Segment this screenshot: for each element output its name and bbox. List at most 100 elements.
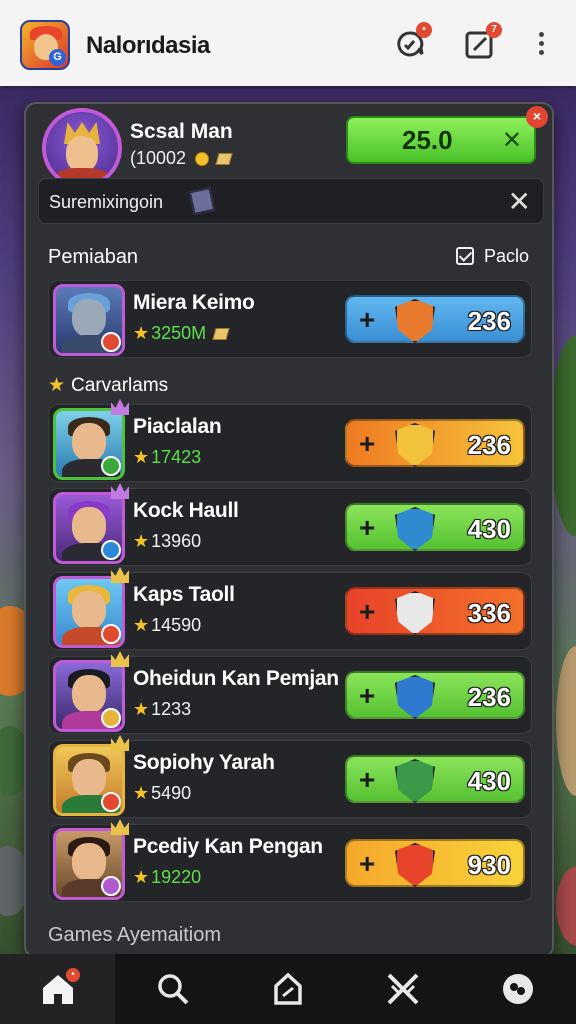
- profile-avatar[interactable]: [42, 108, 122, 188]
- reward-pill[interactable]: + 236: [345, 671, 525, 719]
- featured-row[interactable]: Miera Keimo ★ 3250M + 236: [48, 280, 532, 358]
- reward-pill[interactable]: + 336: [345, 587, 525, 635]
- profile-coins-value: (10002: [130, 148, 187, 168]
- player-avatar: [53, 576, 125, 648]
- crown-icon: [111, 567, 129, 583]
- plus-icon: +: [359, 680, 376, 711]
- bottom-nav: •: [0, 954, 576, 1024]
- player-name: Pcediy Kan Pengan: [133, 835, 323, 858]
- notice-bar: Suremixingoin ✕: [38, 178, 544, 224]
- subsection-title: ★ Carvarlams: [48, 374, 168, 397]
- footer-text: Games Ayemaitiom: [48, 924, 222, 946]
- tab-search[interactable]: [115, 954, 230, 1024]
- tab-battle[interactable]: [346, 954, 461, 1024]
- shop-icon: [274, 972, 302, 1005]
- player-row[interactable]: Kock Haull ★ 13960 + 430: [48, 483, 532, 566]
- player-score-value: 5490: [151, 783, 192, 803]
- player-avatar: [53, 660, 125, 732]
- shield-icon: [395, 759, 435, 803]
- star-icon: ★: [133, 531, 150, 551]
- edit-badge: 7: [486, 22, 502, 38]
- close-badge[interactable]: ×: [526, 106, 548, 128]
- star-icon: ★: [133, 447, 150, 467]
- gem-icon: [215, 153, 233, 166]
- plus-icon: +: [359, 848, 376, 879]
- section-link-label: Paclo: [484, 246, 530, 266]
- home-badge: •: [66, 968, 80, 982]
- reward-value: 930: [467, 850, 511, 880]
- reward-value: 430: [467, 766, 511, 796]
- more-menu-icon[interactable]: [534, 32, 548, 60]
- player-score: ★ 1233: [133, 699, 191, 720]
- balance-close-icon[interactable]: ✕: [502, 126, 522, 155]
- app-logo-icon[interactable]: G: [20, 20, 70, 70]
- star-icon: ★: [133, 615, 150, 635]
- section-link[interactable]: Paclo: [456, 246, 529, 267]
- player-avatar: [53, 408, 125, 480]
- shield-icon: [395, 507, 435, 551]
- balance-button[interactable]: 25.0 ✕ ×: [346, 106, 548, 164]
- reward-pill[interactable]: + 430: [345, 503, 525, 551]
- player-score: ★ 13960: [133, 531, 201, 552]
- player-row[interactable]: Kaps Taoll ★ 14590 + 336: [48, 567, 532, 650]
- player-score: ★ 3250M: [133, 323, 230, 344]
- reward-pill[interactable]: + 236: [345, 419, 525, 467]
- crown-icon: [111, 819, 129, 835]
- goat-icon: [395, 591, 435, 635]
- notice-text: Suremixingoin: [49, 192, 164, 212]
- tab-profile[interactable]: [461, 954, 576, 1024]
- player-score: ★ 14590: [133, 615, 201, 636]
- player-score: ★ 19220: [133, 867, 201, 888]
- star-icon: ★: [48, 375, 66, 396]
- crown-icon: [111, 399, 129, 415]
- reward-pill[interactable]: + 930: [345, 839, 525, 887]
- balance-value: 25.0: [402, 124, 453, 155]
- notification-badge: •: [416, 22, 432, 38]
- notifications-icon[interactable]: •: [394, 22, 432, 60]
- crown-icon: [111, 483, 129, 499]
- reward-pill[interactable]: + 430: [345, 755, 525, 803]
- player-name: Kock Haull: [133, 499, 239, 522]
- tab-home[interactable]: •: [0, 954, 116, 1024]
- player-score-value: 3250M: [151, 323, 207, 343]
- player-row[interactable]: Piaclalan ★ 17423 + 236: [48, 399, 532, 482]
- plus-icon: +: [359, 304, 376, 335]
- player-score-value: 1233: [151, 699, 192, 719]
- player-row[interactable]: Sopiohy Yarah ★ 5490 + 430: [48, 735, 532, 818]
- tab-shop[interactable]: [230, 954, 345, 1024]
- star-icon: ★: [133, 323, 150, 343]
- profile-icon: [503, 974, 534, 1004]
- player-row[interactable]: Oheidun Kan Pemjan ★ 1233 + 236: [48, 651, 532, 734]
- player-row[interactable]: Pcediy Kan Pengan ★ 19220 + 930: [48, 819, 532, 902]
- plus-icon: +: [359, 512, 376, 543]
- app-title: Nalorıdasia: [86, 32, 210, 59]
- crown-icon: [111, 651, 129, 667]
- battle-icon: [387, 973, 419, 1005]
- shield-icon: [395, 299, 435, 343]
- cube-icon: [188, 186, 216, 216]
- reward-value: 430: [467, 514, 511, 544]
- checkbox-icon: [456, 247, 474, 265]
- player-name: Oheidun Kan Pemjan: [133, 667, 339, 690]
- star-icon: ★: [133, 867, 150, 887]
- reward-value: 236: [467, 430, 511, 460]
- plus-icon: +: [359, 428, 376, 459]
- reward-value: 236: [467, 682, 511, 712]
- player-avatar: [53, 828, 125, 900]
- star-icon: ★: [133, 783, 150, 803]
- player-avatar: [53, 744, 125, 816]
- player-name: Miera Keimo: [133, 291, 255, 314]
- player-score-value: 14590: [151, 615, 202, 635]
- reward-value: 336: [467, 598, 511, 628]
- profile-coins: (10002: [130, 148, 233, 169]
- edit-icon[interactable]: 7: [464, 22, 502, 60]
- player-score-value: 19220: [151, 867, 202, 887]
- section-title: Pemiaban: [48, 246, 139, 268]
- plus-icon: +: [359, 764, 376, 795]
- shield-icon: [395, 843, 435, 887]
- coin-icon: [195, 152, 210, 167]
- shield-icon: [395, 675, 435, 719]
- reward-pill[interactable]: + 236: [345, 295, 525, 343]
- notice-close-icon[interactable]: ✕: [508, 185, 531, 218]
- player-avatar: [53, 492, 125, 564]
